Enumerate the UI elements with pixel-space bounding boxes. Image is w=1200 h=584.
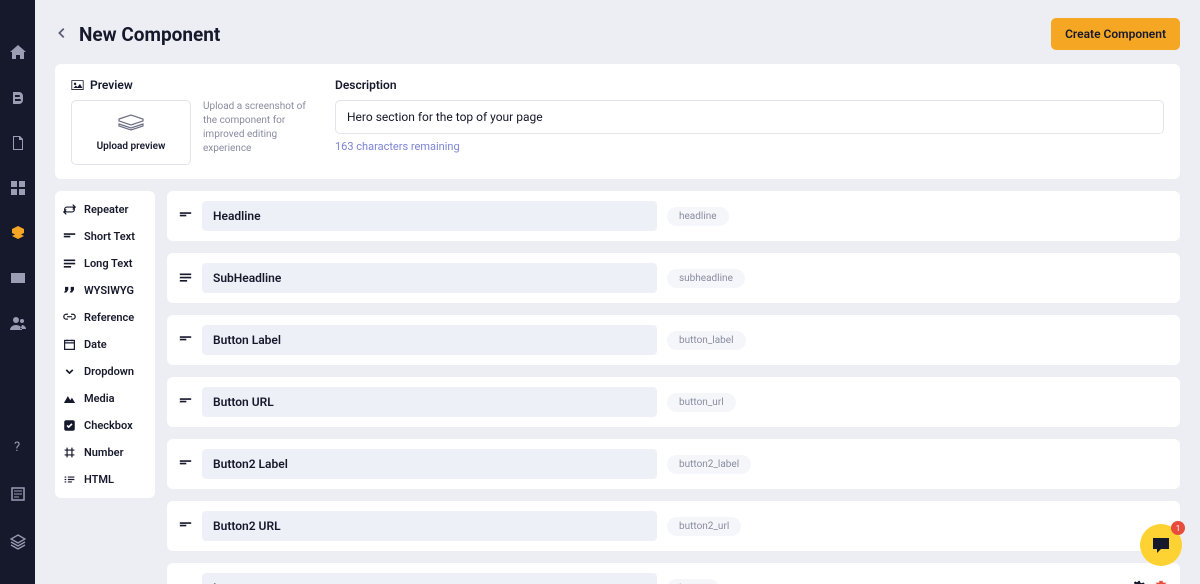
field-type-dropdown[interactable]: Dropdown bbox=[55, 358, 155, 385]
field-type-html[interactable]: HTML bbox=[55, 466, 155, 493]
field-row[interactable]: Button2 Label button2_label bbox=[167, 439, 1180, 489]
main-sidebar: ? bbox=[0, 0, 35, 584]
field-name-input[interactable]: SubHeadline bbox=[202, 263, 657, 293]
field-key-badge: button_label bbox=[667, 331, 746, 350]
create-component-button[interactable]: Create Component bbox=[1051, 18, 1180, 50]
nav-blog-icon[interactable] bbox=[10, 90, 26, 110]
delete-icon[interactable] bbox=[1154, 579, 1168, 584]
field-key-badge: button2_url bbox=[667, 517, 741, 536]
nav-help-icon[interactable]: ? bbox=[10, 438, 26, 458]
field-key-badge: button_url bbox=[667, 393, 736, 412]
field-key-badge: button2_label bbox=[667, 455, 751, 474]
nav-docs-icon[interactable] bbox=[10, 486, 26, 506]
field-name-input[interactable]: Image bbox=[202, 573, 657, 584]
field-type-media[interactable]: Media bbox=[55, 385, 155, 412]
nav-grid-icon[interactable] bbox=[10, 180, 26, 200]
settings-icon[interactable] bbox=[1132, 579, 1146, 584]
nav-stack-icon[interactable] bbox=[10, 534, 26, 554]
nav-users-icon[interactable] bbox=[10, 315, 26, 335]
drag-handle-icon[interactable] bbox=[179, 207, 192, 226]
drag-handle-icon[interactable] bbox=[179, 269, 192, 288]
field-key-badge: image bbox=[667, 579, 719, 584]
field-row[interactable]: ImageimageRequired?Media bbox=[167, 563, 1180, 584]
field-type-short-text[interactable]: Short Text bbox=[55, 223, 155, 250]
field-types-panel: RepeaterShort TextLong TextWYSIWYGRefere… bbox=[55, 191, 155, 498]
char-count: 163 characters remaining bbox=[335, 140, 1164, 153]
nav-home-icon[interactable] bbox=[10, 45, 26, 65]
field-type-number[interactable]: Number bbox=[55, 439, 155, 466]
drag-handle-icon[interactable] bbox=[179, 331, 192, 350]
field-key-badge: headline bbox=[667, 207, 729, 226]
field-row[interactable]: Button2 URL button2_url bbox=[167, 501, 1180, 551]
chat-badge: 1 bbox=[1171, 521, 1185, 535]
nav-media-icon[interactable] bbox=[10, 270, 26, 290]
drag-handle-icon[interactable] bbox=[179, 579, 192, 584]
field-name-input[interactable]: Button2 URL bbox=[202, 511, 657, 541]
field-key-badge: subheadline bbox=[667, 269, 745, 288]
field-type-wysiwyg[interactable]: WYSIWYG bbox=[55, 277, 155, 304]
field-row[interactable]: SubHeadline subheadline bbox=[167, 253, 1180, 303]
drag-handle-icon[interactable] bbox=[179, 517, 192, 536]
field-type-checkbox[interactable]: Checkbox bbox=[55, 412, 155, 439]
field-name-input[interactable]: Headline bbox=[202, 201, 657, 231]
field-type-date[interactable]: Date bbox=[55, 331, 155, 358]
field-row[interactable]: Button URL button_url bbox=[167, 377, 1180, 427]
field-name-input[interactable]: Button2 Label bbox=[202, 449, 657, 479]
field-name-input[interactable]: Button Label bbox=[202, 325, 657, 355]
field-row[interactable]: Headline headline bbox=[167, 191, 1180, 241]
drag-handle-icon[interactable] bbox=[179, 455, 192, 474]
field-type-reference[interactable]: Reference bbox=[55, 304, 155, 331]
upload-preview-box[interactable]: Upload preview bbox=[71, 100, 191, 165]
svg-text:?: ? bbox=[14, 440, 20, 454]
description-label: Description bbox=[335, 78, 1164, 92]
field-name-input[interactable]: Button URL bbox=[202, 387, 657, 417]
chat-widget[interactable]: 1 bbox=[1140, 524, 1182, 566]
nav-components-icon[interactable] bbox=[10, 225, 26, 245]
field-row[interactable]: Button Label button_label bbox=[167, 315, 1180, 365]
preview-label: Preview bbox=[71, 78, 321, 92]
nav-pages-icon[interactable] bbox=[10, 135, 26, 155]
drag-handle-icon[interactable] bbox=[179, 393, 192, 412]
upload-hint: Upload a screenshot of the component for… bbox=[203, 100, 321, 156]
page-title: New Component bbox=[79, 23, 220, 46]
back-button[interactable] bbox=[55, 25, 69, 44]
description-input[interactable] bbox=[335, 100, 1164, 134]
field-type-repeater[interactable]: Repeater bbox=[55, 196, 155, 223]
field-type-long-text[interactable]: Long Text bbox=[55, 250, 155, 277]
